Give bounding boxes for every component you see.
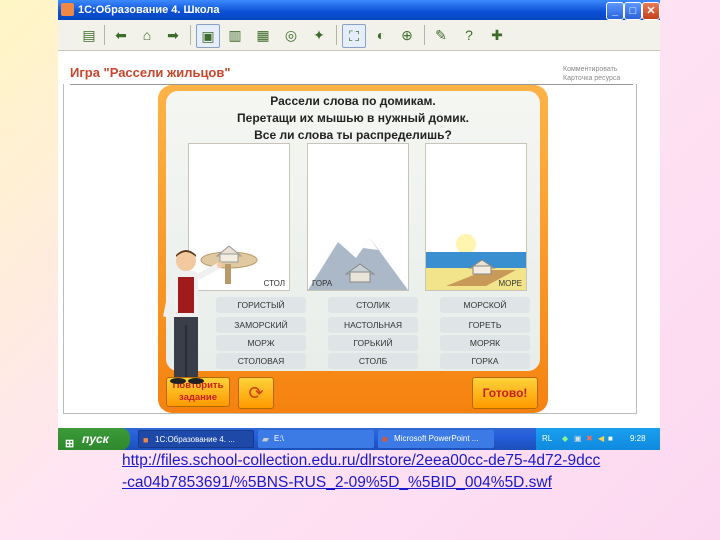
house-label: МОРЕ [498,279,522,288]
powerpoint-icon: ■ [382,434,388,444]
folder-icon: ▰ [262,434,269,444]
window-title: 1С:Образование 4. Школа [78,4,220,16]
house-label: СТОЛ [263,279,285,288]
volume-icon[interactable]: ◀ [598,434,604,443]
taskbar-item-powerpoint[interactable]: ■ Microsoft PowerPoint ... [378,430,494,448]
repeat-label-line2: задание [178,392,218,403]
comment-link[interactable]: Комментировать [563,65,620,74]
antivirus-icon[interactable]: ✖ [586,434,593,443]
pen-icon[interactable]: ✎ [430,24,452,46]
teacher-character [163,250,222,384]
game-panel: Рассели слова по домикам. Перетащи их мы… [166,91,540,371]
toolbar-separator [424,25,425,45]
content-area: Игра "Рассели жильцов" Комментировать Ка… [58,51,660,428]
toolbar-separator [104,25,105,45]
word-tile[interactable]: СТОЛОВАЯ [216,353,306,369]
instruction-line: Рассели слова по домикам. [270,94,436,108]
print-icon[interactable]: ▦ [252,24,274,46]
fullscreen-icon[interactable]: ⛶ [342,24,366,48]
system-tray: RL ◆ ▣ ✖ ◀ ■ 9:28 [536,428,660,450]
resource-links: Комментировать Карточка ресурса [563,65,620,83]
instruction-line: Все ли слова ты распределишь? [254,128,452,142]
word-tile[interactable]: НАСТОЛЬНАЯ [328,317,418,333]
device-icon[interactable]: ▣ [574,434,582,443]
word-tile[interactable]: ЗАМОРСКИЙ [216,317,306,333]
clock: 9:28 [630,434,646,443]
page-icon[interactable]: ▣ [196,24,220,48]
word-tile[interactable]: ГОРЬКИЙ [328,335,418,351]
taskbar-item-folder[interactable]: ▰ E:\ [258,430,374,448]
word-tile[interactable]: ГОРИСТЫЙ [216,297,306,313]
search-icon[interactable]: ◐ [370,24,392,46]
tools-icon[interactable]: ✚ [486,24,508,46]
word-tile[interactable]: ГОРЕТЬ [440,317,530,333]
home-icon[interactable]: ⌂ [136,24,158,46]
zoom-icon[interactable]: ⊕ [396,24,418,46]
word-tile[interactable]: ГОРКА [440,353,530,369]
house-mountain[interactable]: ГОРА [307,143,409,291]
toolbar: ▤ ⬅ ⌂ ➡ ▣ ▥ ▦ ◎ ✦ ⛶ ◐ ⊕ ✎ ? ✚ [58,20,660,51]
minimize-button[interactable]: _ [606,2,624,20]
resource-url-link[interactable]: http://files.school-collection.edu.ru/dl… [122,450,602,494]
instruction-line: Перетащи их мышью в нужный домик. [237,111,469,125]
house-label: ГОРА [312,279,333,288]
instructions: Рассели слова по домикам. Перетащи их мы… [166,93,540,144]
tray-app-icon[interactable]: ■ [608,434,613,443]
word-tile[interactable]: СТОЛБ [328,353,418,369]
close-button[interactable]: ✕ [642,2,660,20]
word-tile[interactable]: СТОЛИК [328,297,418,313]
title-bar[interactable]: 1С:Образование 4. Школа _ □ ✕ [58,0,660,20]
help-icon[interactable]: ? [458,24,480,46]
toolbar-separator [190,25,191,45]
word-tile[interactable]: МОРЯК [440,335,530,351]
app-icon [61,3,74,16]
document-icon[interactable]: ▤ [78,24,100,46]
word-tile[interactable]: МОРСКОЙ [440,297,530,313]
start-button[interactable]: ⊞ пуск [58,428,130,450]
app-icon: ■ [143,435,149,445]
page-title: Игра "Рассели жильцов" [70,65,231,80]
windows-flag-icon: ⊞ [65,438,75,450]
network-icon[interactable]: ◆ [562,434,568,443]
back-arrow-icon[interactable]: ⬅ [110,24,132,46]
reload-icon[interactable]: ⟳ [238,377,274,409]
bookmark-icon[interactable]: ✦ [308,24,330,46]
word-tile[interactable]: МОРЖ [216,335,306,351]
taskbar-item-app[interactable]: ■ 1С:Образование 4. ... [138,430,254,448]
book-icon[interactable]: ▥ [224,24,246,46]
taskbar-item-label: 1С:Образование 4. ... [155,435,235,444]
house-sea[interactable]: МОРЕ [425,143,527,291]
forward-arrow-icon[interactable]: ➡ [162,24,184,46]
globe-icon[interactable]: ◎ [280,24,302,46]
language-indicator[interactable]: RL [542,434,552,443]
resource-card-link[interactable]: Карточка ресурса [563,74,620,83]
taskbar-item-label: E:\ [274,434,284,443]
maximize-button[interactable]: □ [624,2,642,20]
app-window: 1С:Образование 4. Школа _ □ ✕ ▤ ⬅ ⌂ ➡ ▣ … [58,0,660,428]
taskbar-item-label: Microsoft PowerPoint ... [394,434,479,443]
taskbar: ⊞ пуск ■ 1С:Образование 4. ... ▰ E:\ ■ M… [58,428,660,450]
toolbar-separator [336,25,337,45]
ready-button[interactable]: Готово! [472,377,538,409]
start-label: пуск [82,432,109,446]
